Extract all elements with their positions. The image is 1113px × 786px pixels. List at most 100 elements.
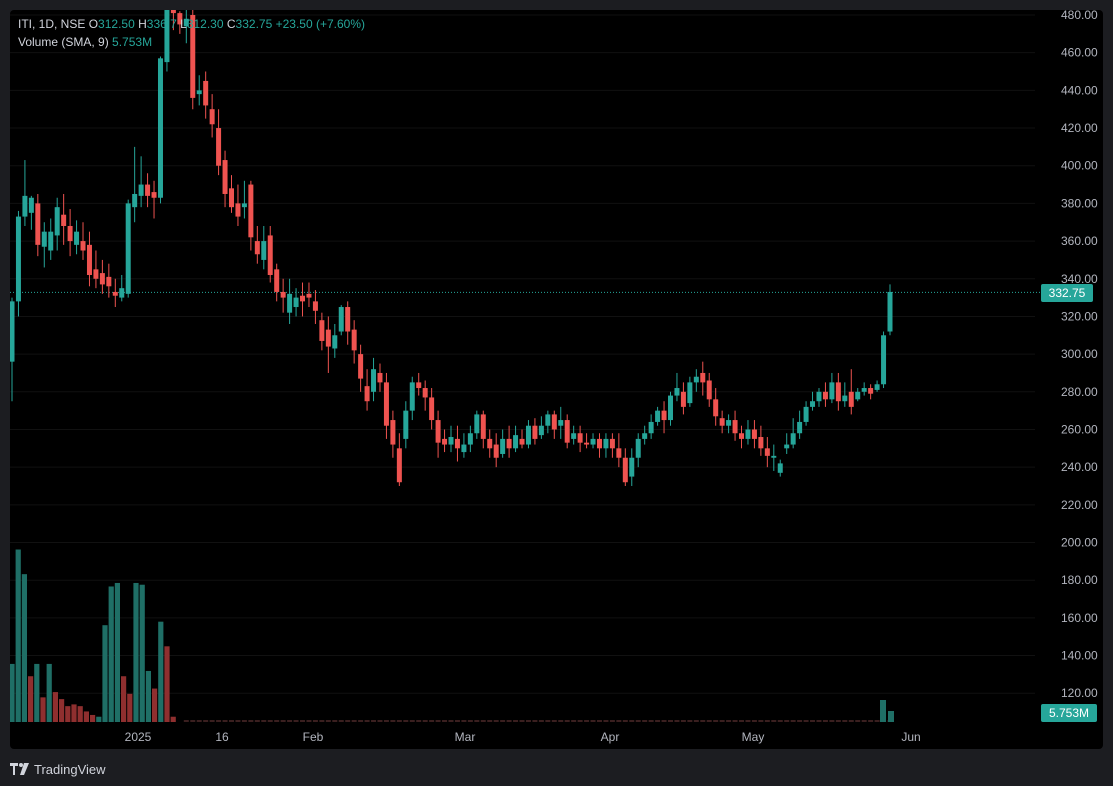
- candle-body: [603, 438, 609, 449]
- volume-bar: [300, 720, 306, 722]
- brand-label[interactable]: TradingView: [34, 762, 106, 777]
- volume-bar: [454, 720, 460, 722]
- candle-body: [54, 207, 60, 236]
- price-badge: 332.75: [1049, 286, 1086, 300]
- volume-bar: [46, 663, 52, 722]
- candle-body: [325, 329, 331, 347]
- x-tick-label: 16: [215, 730, 229, 744]
- volume-bar: [133, 582, 139, 722]
- volume-bar: [65, 706, 71, 722]
- candle-body: [822, 391, 828, 400]
- volume-bar: [732, 720, 738, 722]
- candle-body: [371, 369, 377, 392]
- volume-bar: [15, 549, 21, 722]
- volume-bar: [868, 720, 874, 722]
- price-axis[interactable]: 480.00 460.00 440.00 420.00 400.00 380.00 360.…: [1061, 10, 1098, 700]
- y-tick-label: 140.00: [1061, 649, 1098, 663]
- volume-bar: [371, 720, 377, 722]
- volume-bar: [21, 574, 27, 722]
- y-tick-label: 360.00: [1061, 234, 1098, 248]
- volume-bar: [59, 699, 65, 722]
- candle-body: [719, 418, 725, 426]
- volume-bar: [280, 720, 286, 722]
- candle-body: [409, 382, 415, 411]
- volume-bar: [121, 676, 127, 722]
- close-label: C: [226, 17, 236, 31]
- candle-body: [706, 380, 712, 400]
- candle-body: [461, 444, 467, 453]
- volume-bar: [145, 670, 151, 722]
- candle-body: [545, 414, 551, 426]
- candle-body: [713, 399, 719, 417]
- x-tick-label: Feb: [303, 730, 324, 744]
- volume-bar: [726, 720, 732, 722]
- volume-bar: [784, 720, 790, 722]
- x-tick-label: Apr: [601, 730, 620, 744]
- volume-bar: [874, 720, 880, 722]
- volume-bar: [835, 720, 841, 722]
- candle-body: [732, 420, 738, 434]
- candle-body: [474, 414, 480, 434]
- candle-body: [280, 291, 286, 298]
- volume-bar: [829, 720, 835, 722]
- volume-bar: [306, 720, 312, 722]
- volume-bar: [771, 720, 777, 722]
- candle-body: [493, 444, 499, 458]
- candle-body: [661, 410, 667, 421]
- volume-bar: [810, 720, 816, 722]
- volume-bar: [564, 720, 570, 722]
- candle-body: [435, 420, 441, 443]
- volume-bar: [248, 720, 254, 722]
- volume-bar: [532, 720, 538, 722]
- candle-body: [777, 463, 783, 473]
- chart-panel[interactable]: 480.00 460.00 440.00 420.00 400.00 380.00 360.…: [10, 10, 1103, 749]
- candle-body: [448, 437, 454, 445]
- symbol-label[interactable]: ITI, 1D, NSE: [18, 17, 85, 31]
- candle-body: [874, 384, 880, 390]
- volume-bar: [487, 720, 493, 722]
- volume-bar: [622, 720, 628, 722]
- candle-body: [170, 10, 176, 14]
- candle-body: [525, 425, 531, 445]
- volume-bar: [842, 720, 848, 722]
- volume-bar: [642, 720, 648, 722]
- y-tick-label: 380.00: [1061, 196, 1098, 210]
- candle-body: [467, 433, 473, 445]
- x-tick-label: Jun: [901, 730, 920, 744]
- volume-bar: [90, 714, 96, 722]
- volume-bar: [170, 716, 176, 722]
- candle-body: [74, 231, 80, 245]
- candle-body: [835, 382, 841, 402]
- volume-bar: [745, 720, 751, 722]
- candle-body: [700, 372, 706, 383]
- candle-body: [551, 414, 557, 430]
- volume-bar: [267, 720, 273, 722]
- time-axis[interactable]: 2025 16 Feb Mar Apr May Jun: [125, 730, 921, 744]
- volume-bar: [338, 720, 344, 722]
- volume-legend[interactable]: Volume (SMA, 9) 5.753M: [18, 35, 152, 49]
- candle-body: [99, 273, 105, 285]
- candle-body: [351, 329, 357, 351]
- candlestick-chart[interactable]: 480.00 460.00 440.00 420.00 400.00 380.00 360.…: [10, 10, 1103, 749]
- candle-body: [287, 293, 293, 313]
- footer: TradingView: [10, 760, 106, 778]
- candle-body: [138, 184, 144, 196]
- candle-body: [577, 433, 583, 443]
- low-value: 312.30: [186, 17, 224, 31]
- volume-bar: [152, 688, 158, 722]
- candle-body: [274, 269, 280, 292]
- x-tick-label: 2025: [125, 730, 152, 744]
- candle-body: [338, 307, 344, 332]
- candle-body: [764, 448, 770, 456]
- candle-body: [67, 226, 73, 242]
- volume-bar: [668, 720, 673, 722]
- y-tick-label: 460.00: [1061, 46, 1098, 60]
- candle-body: [358, 354, 364, 379]
- candle-body: [745, 429, 751, 439]
- volume-bar: [880, 700, 886, 722]
- candle-body: [622, 457, 628, 483]
- candle-body: [442, 438, 448, 445]
- y-tick-label: 480.00: [1061, 10, 1098, 22]
- candle-body: [35, 203, 41, 245]
- candle-body: [106, 276, 112, 287]
